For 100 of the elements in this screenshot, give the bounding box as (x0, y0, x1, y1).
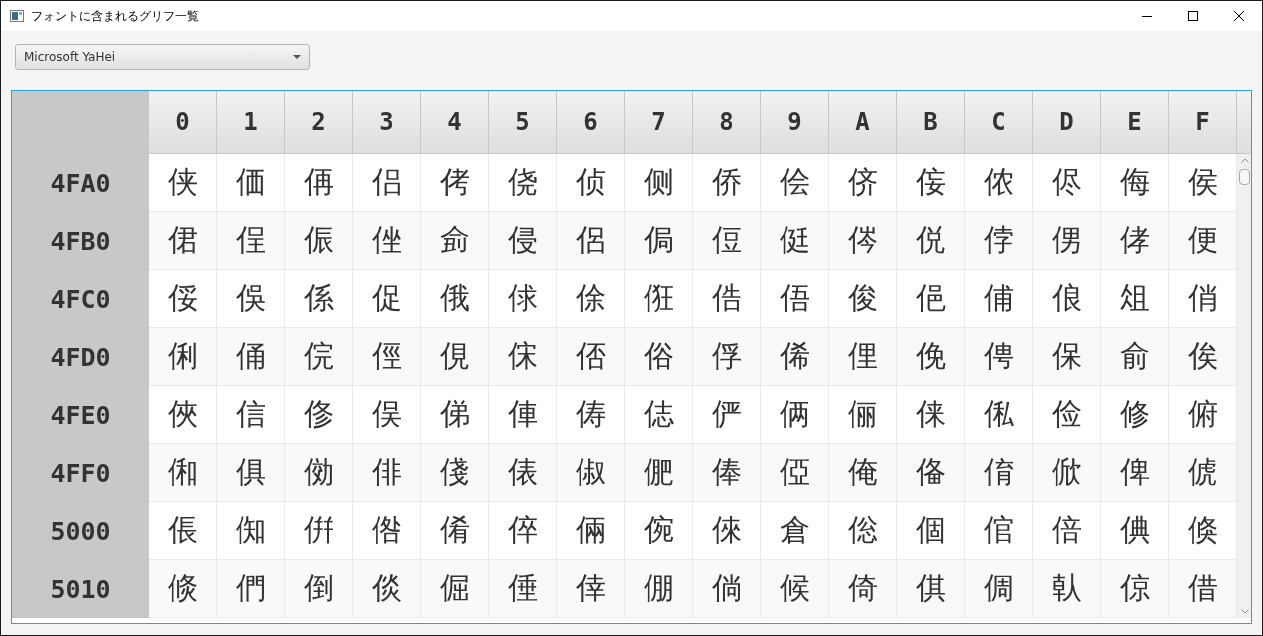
glyph-cell: 俣 (353, 386, 421, 444)
glyph-cell: 倜 (965, 560, 1033, 618)
glyph-cell: 俌 (965, 270, 1033, 328)
glyph-cell: 倚 (829, 560, 897, 618)
glyph-cell: 侦 (557, 154, 625, 212)
glyph-cell: 倁 (217, 502, 285, 560)
row-header: 4FD0 (12, 328, 149, 386)
glyph-cell: 俯 (1169, 386, 1237, 444)
font-dropdown[interactable]: Microsoft YaHei (15, 44, 310, 70)
column-header: C (965, 91, 1033, 154)
glyph-cell: 俾 (1101, 444, 1169, 502)
glyph-cell: 侭 (1033, 154, 1101, 212)
glyph-cell: 俉 (761, 270, 829, 328)
row-header: 4FF0 (12, 444, 149, 502)
glyph-cell: 侣 (353, 154, 421, 212)
glyph-cell: 俤 (421, 386, 489, 444)
glyph-cell: 俗 (625, 328, 693, 386)
glyph-cell: 侢 (285, 154, 353, 212)
glyph-cell: 們 (217, 560, 285, 618)
glyph-cell: 候 (761, 560, 829, 618)
scrollbar-thumb[interactable] (1239, 169, 1250, 185)
column-header: B (897, 91, 965, 154)
glyph-cell: 侩 (761, 154, 829, 212)
glyph-cell: 俟 (1169, 328, 1237, 386)
scrollbar[interactable] (1237, 154, 1251, 618)
glyph-cell: 侹 (761, 212, 829, 270)
glyph-cell: 俎 (1101, 270, 1169, 328)
row-header: 5010 (12, 560, 149, 618)
glyph-cell: 借 (1169, 560, 1237, 618)
glyph-cell: 俴 (421, 444, 489, 502)
glyph-cell: 俏 (1169, 270, 1237, 328)
glyph-cell: 倅 (489, 502, 557, 560)
column-header: 4 (421, 91, 489, 154)
glyph-cell: 俇 (625, 270, 693, 328)
glyph-cell: 侯 (1169, 154, 1237, 212)
glyph-cell: 俧 (625, 386, 693, 444)
glyph-cell: 侸 (693, 212, 761, 270)
glyph-cell: 俘 (693, 328, 761, 386)
column-header: 3 (353, 91, 421, 154)
glyph-cell: 個 (897, 502, 965, 560)
glyph-cell: 倒 (285, 560, 353, 618)
glyph-cell: 俚 (829, 328, 897, 386)
glyph-cell: 信 (217, 386, 285, 444)
column-header: 0 (149, 91, 217, 154)
glyph-cell: 保 (1033, 328, 1101, 386)
glyph-cell: 俬 (965, 386, 1033, 444)
glyph-cell: 倔 (421, 560, 489, 618)
column-header: A (829, 91, 897, 154)
glyph-cell: 俿 (1169, 444, 1237, 502)
glyph-cell: 倝 (1033, 560, 1101, 618)
glyph-cell: 侳 (353, 212, 421, 270)
row-header: 4FC0 (12, 270, 149, 328)
glyph-cell: 侨 (693, 154, 761, 212)
glyph-cell: 倖 (557, 560, 625, 618)
glyph-cell: 俪 (829, 386, 897, 444)
glyph-cell: 倌 (965, 502, 1033, 560)
column-header: 7 (625, 91, 693, 154)
glyph-cell: 侥 (489, 154, 557, 212)
glyph-cell: 俈 (693, 270, 761, 328)
glyph-cell: 倞 (1101, 560, 1169, 618)
glyph-cell: 侼 (965, 212, 1033, 270)
glyph-cell: 俁 (217, 270, 285, 328)
glyph-cell: 侠 (149, 154, 217, 212)
glyph-cell: 侪 (829, 154, 897, 212)
glyph-cell: 俊 (829, 270, 897, 328)
glyph-cell: 俩 (761, 386, 829, 444)
glyph-cell: 倎 (1101, 502, 1169, 560)
glyph-cell: 侲 (285, 212, 353, 270)
glyph-cell: 俔 (421, 328, 489, 386)
glyph-cell: 侴 (421, 212, 489, 270)
glyph-cell: 俷 (625, 444, 693, 502)
column-header: E (1101, 91, 1169, 154)
glyph-cell: 俵 (489, 444, 557, 502)
glyph-cell: 倊 (829, 502, 897, 560)
glyph-cell: 倀 (149, 502, 217, 560)
glyph-cell: 俶 (557, 444, 625, 502)
glyph-cell: 俑 (217, 328, 285, 386)
glyph-cell: 俄 (421, 270, 489, 328)
glyph-cell: 侱 (217, 212, 285, 270)
glyph-cell: 侺 (829, 212, 897, 270)
glyph-cell: 俖 (557, 328, 625, 386)
glyph-cell: 促 (353, 270, 421, 328)
column-header: D (1033, 91, 1101, 154)
glyph-cell: 俋 (897, 270, 965, 328)
glyph-cell: 倍 (1033, 502, 1101, 560)
glyph-cell: 倏 (1169, 502, 1237, 560)
row-header: 4FE0 (12, 386, 149, 444)
glyph-cell: 俆 (557, 270, 625, 328)
glyph-cell: 侤 (421, 154, 489, 212)
glyph-cell: 俼 (965, 444, 1033, 502)
glyph-cell: 俥 (489, 386, 557, 444)
column-header: 8 (693, 91, 761, 154)
glyph-cell: 俛 (897, 328, 965, 386)
glyph-cell: 俽 (1033, 444, 1101, 502)
glyph-cell: 倃 (353, 502, 421, 560)
glyph-cell: 倓 (353, 560, 421, 618)
glyph-cell: 俅 (489, 270, 557, 328)
glyph-cell: 倐 (149, 560, 217, 618)
glyph-cell: 侧 (625, 154, 693, 212)
glyph-cell: 俕 (489, 328, 557, 386)
